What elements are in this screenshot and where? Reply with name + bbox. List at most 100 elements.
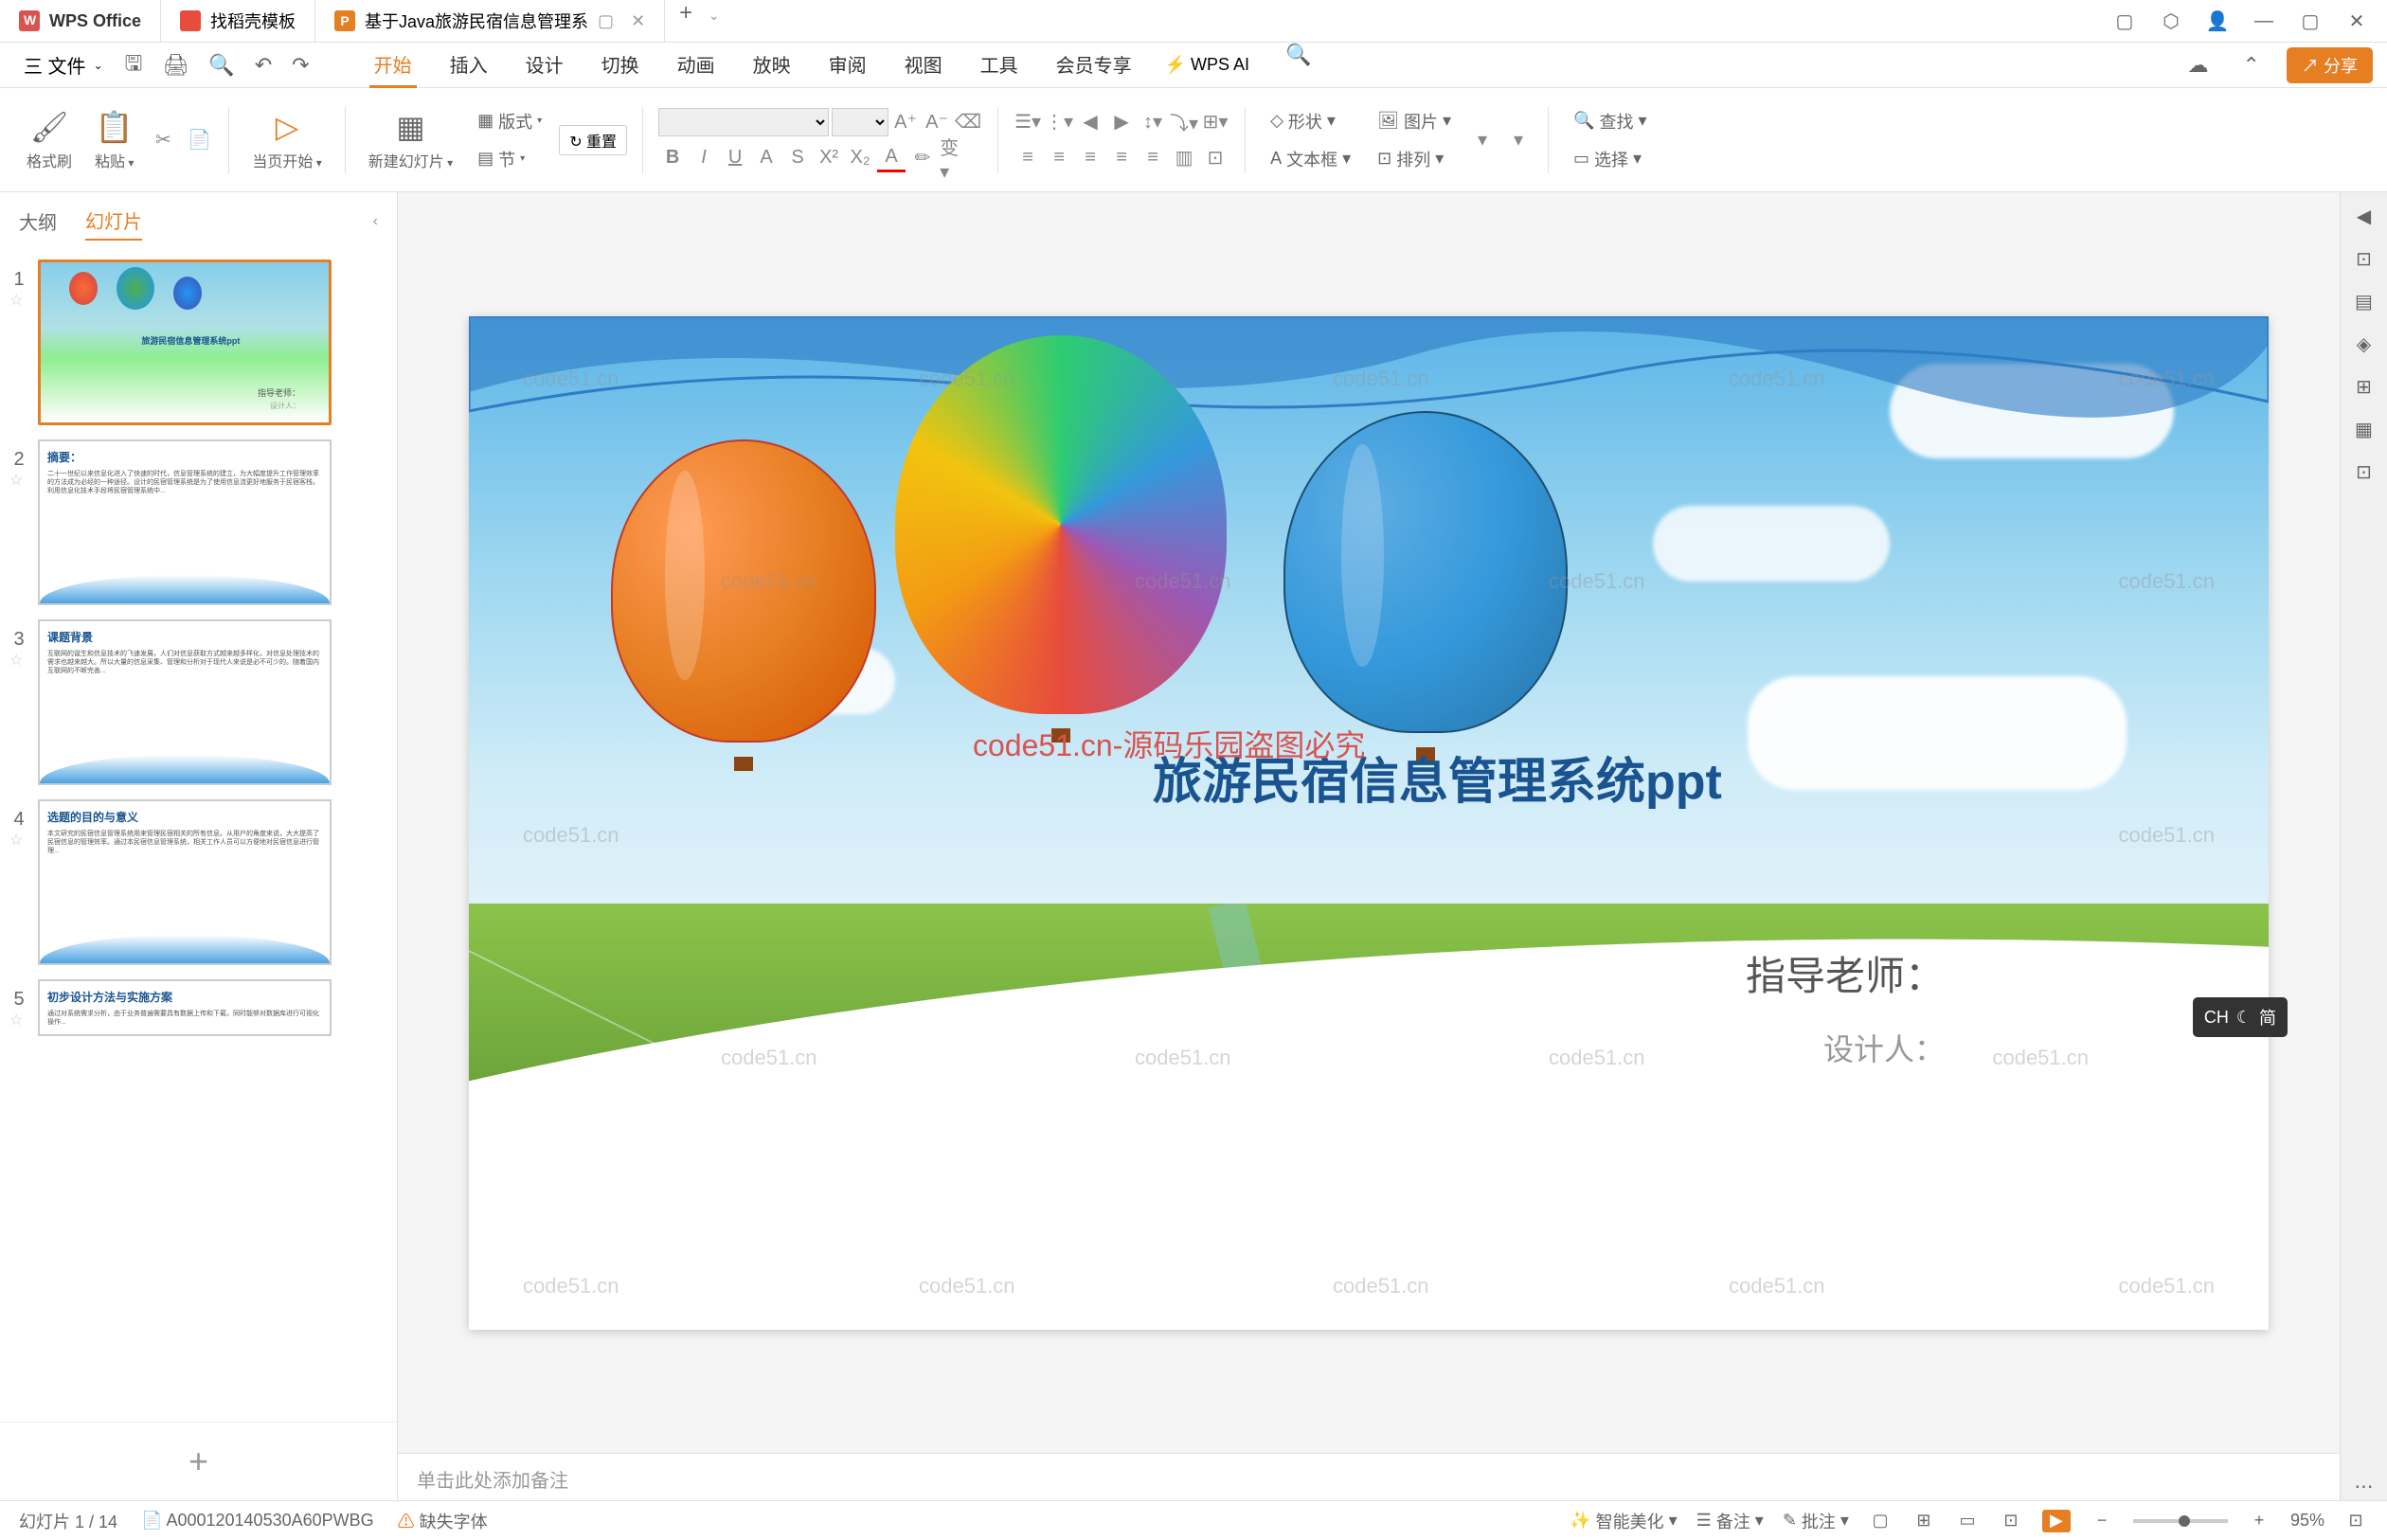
font-color-icon[interactable]: A — [877, 144, 906, 172]
document-tab-active[interactable]: P 基于Java旅游民宿信息管理系 ▢ ✕ — [315, 0, 665, 42]
copy-icon[interactable]: 📄 — [185, 126, 213, 154]
wps-ai-button[interactable]: ⚡ WPS AI — [1165, 43, 1249, 88]
avatar-icon[interactable]: 👤 — [2206, 9, 2229, 32]
underline-icon[interactable]: U — [721, 144, 749, 172]
align-center-icon[interactable]: ≡ — [1045, 144, 1073, 172]
ime-indicator[interactable]: CH ☾ 简 — [2193, 997, 2288, 1037]
reading-view-icon[interactable]: ▭ — [1955, 1509, 1980, 1533]
comments-button[interactable]: ✎ 批注▾ — [1783, 1509, 1849, 1533]
print-icon[interactable]: 🖨 — [154, 53, 196, 78]
tab-member[interactable]: 会员专享 — [1051, 43, 1137, 88]
slide-thumb-1[interactable]: 1 ☆ 旅游民宿信息管理系统ppt 指导老师： 设计人： — [9, 260, 387, 425]
tab-slideshow[interactable]: 放映 — [748, 43, 796, 88]
preview-icon[interactable]: 🔍 — [201, 53, 242, 78]
slides-tab[interactable]: 幻灯片 — [85, 202, 142, 241]
sidebar-tool2-icon[interactable]: ▤ — [2350, 287, 2378, 315]
sidebar-tool5-icon[interactable]: ▦ — [2350, 415, 2378, 443]
bold-icon[interactable]: B — [658, 144, 687, 172]
section-button[interactable]: ▤ 节 ▾ — [468, 144, 551, 174]
slide-thumb-2[interactable]: 2 ☆ 摘要： 二十一世纪以来信息化进入了快速的时代，信息管理系统的建立，为大幅… — [9, 439, 387, 605]
save-icon[interactable]: 🖫 — [117, 47, 151, 83]
outline-icon[interactable]: ▾ — [1504, 126, 1533, 154]
reset-button[interactable]: ↻ 重置 — [559, 125, 627, 155]
maximize-icon[interactable]: ▢ — [2299, 9, 2322, 32]
arrange-button[interactable]: ⊡ 排列▾ — [1368, 144, 1461, 174]
window-grid-icon[interactable]: ▢ — [2113, 9, 2136, 32]
normal-view-icon[interactable]: ▢ — [1868, 1509, 1893, 1533]
tab-animation[interactable]: 动画 — [673, 43, 720, 88]
search-icon[interactable]: 🔍 — [1278, 43, 1319, 88]
columns-icon[interactable]: ▥ — [1170, 144, 1198, 172]
align-right-icon[interactable]: ≡ — [1076, 144, 1104, 172]
text-effect-icon[interactable]: 变▾ — [940, 144, 968, 172]
close-tab-icon[interactable]: ✕ — [631, 11, 645, 31]
distribute-icon[interactable]: ≡ — [1139, 144, 1167, 172]
superscript-icon[interactable]: X² — [815, 144, 843, 172]
tab-review[interactable]: 审阅 — [824, 43, 871, 88]
new-slide-button[interactable]: ▦ 新建幻灯片 — [361, 108, 460, 171]
textbox-button[interactable]: A 文本框▾ — [1261, 144, 1360, 174]
sidebar-expand-icon[interactable]: ◀ — [2350, 202, 2378, 230]
star-icon[interactable]: ☆ — [9, 651, 28, 670]
slide-thumb-3[interactable]: 3 ☆ 课题背景 互联网的诞生和信息技术的飞速发展，人们对信息获取方式越来越多样… — [9, 619, 387, 785]
select-button[interactable]: ▭ 选择▾ — [1564, 144, 1656, 174]
slide-thumb-4[interactable]: 4 ☆ 选题的目的与意义 本文研究的民宿信息管理系统用来管理民宿相关的所有信息。… — [9, 799, 387, 965]
zoom-out-icon[interactable]: − — [2090, 1509, 2114, 1533]
numbering-icon[interactable]: ⋮▾ — [1045, 108, 1073, 136]
sidebar-tool6-icon[interactable]: ⊡ — [2350, 457, 2378, 486]
shape-button[interactable]: ◇ 形状▾ — [1261, 106, 1360, 136]
text-direction-icon[interactable]: ⤵▾ — [1170, 108, 1198, 136]
outline-tab[interactable]: 大纲 — [19, 203, 57, 240]
increase-indent-icon[interactable]: ▶ — [1107, 108, 1136, 136]
picture-button[interactable]: 🖼 图片▾ — [1368, 106, 1461, 136]
star-icon[interactable]: ☆ — [9, 831, 28, 850]
collapse-panel-icon[interactable]: ‹ — [373, 213, 378, 230]
bullets-icon[interactable]: ☰▾ — [1014, 108, 1042, 136]
slide-thumbnails-list[interactable]: 1 ☆ 旅游民宿信息管理系统ppt 指导老师： 设计人： 2 ☆ — [0, 250, 397, 1422]
canvas-viewport[interactable]: code51.cn-源码乐园盗图必究 旅游民宿信息管理系统ppt 指导老师： 设… — [398, 192, 2340, 1453]
tab-start[interactable]: 开始 — [369, 43, 417, 88]
layout-button[interactable]: ▦ 版式 ▾ — [468, 106, 551, 136]
star-icon[interactable]: ☆ — [9, 1011, 28, 1030]
strikethrough-icon[interactable]: A — [752, 144, 781, 172]
slide-thumbnail[interactable]: 初步设计方法与实施方案 通过对系统需求分析，由于业务普遍需要具有数据上传和下载，… — [38, 979, 332, 1036]
share-button[interactable]: ↗ 分享 — [2287, 47, 2373, 83]
slideshow-play-button[interactable]: ▶ — [2042, 1510, 2071, 1532]
app-tab-docer[interactable]: 找稻壳模板 — [161, 0, 315, 42]
sidebar-more-icon[interactable]: ⋯ — [2350, 1472, 2378, 1500]
zoom-slider[interactable] — [2133, 1519, 2228, 1523]
window-box-icon[interactable]: ⬡ — [2160, 9, 2182, 32]
align-text-icon[interactable]: ⊞▾ — [1201, 108, 1229, 136]
star-icon[interactable]: ☆ — [9, 471, 28, 490]
zoom-slider-thumb[interactable] — [2179, 1515, 2190, 1527]
cut-icon[interactable]: ✂ — [149, 126, 177, 154]
sidebar-tool1-icon[interactable]: ⊡ — [2350, 244, 2378, 273]
sidebar-tool3-icon[interactable]: ◈ — [2350, 330, 2378, 358]
from-current-button[interactable]: ▷ 当页开始 — [244, 108, 329, 171]
tab-transition[interactable]: 切换 — [597, 43, 644, 88]
font-warning[interactable]: ⚠ 缺失字体 — [398, 1509, 488, 1533]
redo-icon[interactable]: ↷ — [284, 53, 316, 78]
fit-window-icon[interactable]: ⊡ — [2343, 1509, 2368, 1533]
highlight-icon[interactable]: ✏ — [908, 144, 937, 172]
cloud-icon[interactable]: ☁ — [2181, 53, 2216, 78]
slide-thumbnail[interactable]: 旅游民宿信息管理系统ppt 指导老师： 设计人： — [38, 260, 332, 425]
justify-icon[interactable]: ≡ — [1107, 144, 1136, 172]
line-spacing-icon[interactable]: ↕▾ — [1139, 108, 1167, 136]
sidebar-tool4-icon[interactable]: ⊞ — [2350, 372, 2378, 401]
align-left-icon[interactable]: ≡ — [1014, 144, 1042, 172]
minimize-icon[interactable]: — — [2252, 9, 2275, 32]
tab-view[interactable]: 视图 — [900, 43, 947, 88]
ai-view-icon[interactable]: ⊡ — [1999, 1509, 2023, 1533]
new-tab-button[interactable]: + ⌄ — [665, 0, 733, 42]
add-slide-button[interactable]: + — [0, 1422, 397, 1500]
star-icon[interactable]: ☆ — [9, 291, 28, 310]
font-size-select[interactable] — [832, 108, 888, 136]
teacher-label[interactable]: 指导老师： — [1746, 944, 1945, 1002]
slide-canvas[interactable]: code51.cn-源码乐园盗图必究 旅游民宿信息管理系统ppt 指导老师： 设… — [469, 316, 2269, 1330]
notes-bar[interactable]: 单击此处添加备注 — [398, 1453, 2340, 1500]
undo-icon[interactable]: ↶ — [247, 53, 279, 78]
find-button[interactable]: 🔍 查找▾ — [1564, 106, 1656, 136]
zoom-in-icon[interactable]: + — [2247, 1509, 2271, 1533]
slide-thumbnail[interactable]: 课题背景 互联网的诞生和信息技术的飞速发展，人们对信息获取方式越来越多样化，对信… — [38, 619, 332, 785]
